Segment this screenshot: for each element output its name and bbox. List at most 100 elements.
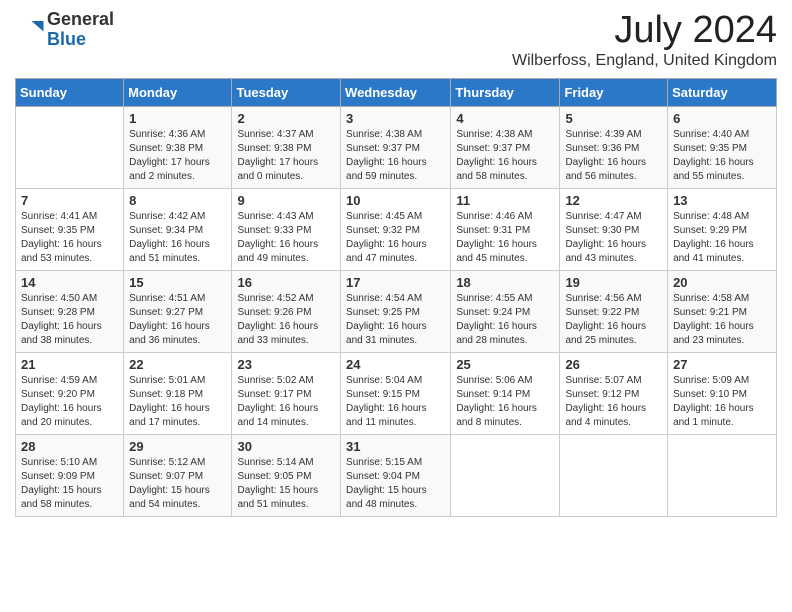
day-number: 17 xyxy=(346,275,445,290)
calendar-week-row-4: 21Sunrise: 4:59 AM Sunset: 9:20 PM Dayli… xyxy=(16,352,777,434)
day-number: 30 xyxy=(237,439,335,454)
day-number: 7 xyxy=(21,193,118,208)
calendar-cell: 23Sunrise: 5:02 AM Sunset: 9:17 PM Dayli… xyxy=(232,352,341,434)
calendar-cell: 18 Sunrise: 4:55 AM Sunset: 9:24 PM Dayli… xyxy=(451,270,560,352)
day-number: 22 xyxy=(129,357,226,372)
calendar-cell: 28 Sunrise: 5:10 AM Sunset: 9:09 PM Dayli… xyxy=(16,434,124,516)
calendar-cell: 12Sunrise: 4:47 AM Sunset: 9:30 PM Dayli… xyxy=(560,188,668,270)
location-subtitle: Wilberfoss, England, United Kingdom xyxy=(512,52,777,70)
calendar-header-tuesday: Tuesday xyxy=(232,78,341,106)
day-info: Sunrise: 5:07 AM Sunset: 9:12 PM Dayligh… xyxy=(565,374,662,430)
calendar-week-row-5: 28 Sunrise: 5:10 AM Sunset: 9:09 PM Dayli… xyxy=(16,434,777,516)
day-number: 27 xyxy=(673,357,771,372)
day-info: Sunrise: 4:54 AM Sunset: 9:25 PM Dayligh… xyxy=(346,292,445,348)
calendar-cell: 21Sunrise: 4:59 AM Sunset: 9:20 PM Dayli… xyxy=(16,352,124,434)
calendar-cell: 2Sunrise: 4:37 AM Sunset: 9:38 PM Daylig… xyxy=(232,106,341,188)
header: General Blue July 2024 Wilberfoss, Engla… xyxy=(15,10,777,70)
title-area: July 2024 Wilberfoss, England, United Ki… xyxy=(512,10,777,70)
calendar-cell: 10 Sunrise: 4:45 AM Sunset: 9:32 PM Dayli… xyxy=(341,188,451,270)
day-number: 24 xyxy=(346,357,445,372)
calendar-header-sunday: Sunday xyxy=(16,78,124,106)
day-info: Sunrise: 5:15 AM Sunset: 9:04 PM Dayligh… xyxy=(346,456,445,512)
day-number: 10 xyxy=(346,193,445,208)
calendar-cell: 9Sunrise: 4:43 AM Sunset: 9:33 PM Daylig… xyxy=(232,188,341,270)
calendar-cell: 11 Sunrise: 4:46 AM Sunset: 9:31 PM Dayli… xyxy=(451,188,560,270)
day-number: 28 xyxy=(21,439,118,454)
day-info: Sunrise: 5:09 AM Sunset: 9:10 PM Dayligh… xyxy=(673,374,771,430)
calendar-cell: 4Sunrise: 4:38 AM Sunset: 9:37 PM Daylig… xyxy=(451,106,560,188)
calendar-cell: 30Sunrise: 5:14 AM Sunset: 9:05 PM Dayli… xyxy=(232,434,341,516)
calendar-header-saturday: Saturday xyxy=(668,78,777,106)
day-info: Sunrise: 5:04 AM Sunset: 9:15 PM Dayligh… xyxy=(346,374,445,430)
calendar-cell: 1 Sunrise: 4:36 AM Sunset: 9:38 PM Daylig… xyxy=(124,106,232,188)
calendar-cell: 13Sunrise: 4:48 AM Sunset: 9:29 PM Dayli… xyxy=(668,188,777,270)
day-info: Sunrise: 4:58 AM Sunset: 9:21 PM Dayligh… xyxy=(673,292,771,348)
day-number: 29 xyxy=(129,439,226,454)
calendar-cell: 17 Sunrise: 4:54 AM Sunset: 9:25 PM Dayli… xyxy=(341,270,451,352)
calendar-cell: 15Sunrise: 4:51 AM Sunset: 9:27 PM Dayli… xyxy=(124,270,232,352)
calendar-cell: 7 Sunrise: 4:41 AM Sunset: 9:35 PM Daylig… xyxy=(16,188,124,270)
logo-general: General xyxy=(47,10,114,30)
calendar-cell xyxy=(668,434,777,516)
day-info: Sunrise: 4:50 AM Sunset: 9:28 PM Dayligh… xyxy=(21,292,118,348)
day-info: Sunrise: 5:01 AM Sunset: 9:18 PM Dayligh… xyxy=(129,374,226,430)
calendar-header-friday: Friday xyxy=(560,78,668,106)
calendar-cell: 22 Sunrise: 5:01 AM Sunset: 9:18 PM Dayli… xyxy=(124,352,232,434)
day-number: 8 xyxy=(129,193,226,208)
month-year-title: July 2024 xyxy=(512,10,777,52)
day-info: Sunrise: 4:45 AM Sunset: 9:32 PM Dayligh… xyxy=(346,210,445,266)
calendar-week-row-3: 14 Sunrise: 4:50 AM Sunset: 9:28 PM Dayli… xyxy=(16,270,777,352)
day-number: 21 xyxy=(21,357,118,372)
day-number: 16 xyxy=(237,275,335,290)
calendar-cell: 20 Sunrise: 4:58 AM Sunset: 9:21 PM Dayli… xyxy=(668,270,777,352)
logo: General Blue xyxy=(15,10,114,50)
day-number: 3 xyxy=(346,111,445,126)
day-number: 26 xyxy=(565,357,662,372)
calendar-week-row-2: 7 Sunrise: 4:41 AM Sunset: 9:35 PM Daylig… xyxy=(16,188,777,270)
day-number: 18 xyxy=(456,275,554,290)
day-info: Sunrise: 4:38 AM Sunset: 9:37 PM Dayligh… xyxy=(346,128,445,184)
calendar-cell: 14 Sunrise: 4:50 AM Sunset: 9:28 PM Dayli… xyxy=(16,270,124,352)
logo-text: General Blue xyxy=(47,10,114,50)
calendar-cell: 31Sunrise: 5:15 AM Sunset: 9:04 PM Dayli… xyxy=(341,434,451,516)
calendar-cell xyxy=(16,106,124,188)
day-info: Sunrise: 4:47 AM Sunset: 9:30 PM Dayligh… xyxy=(565,210,662,266)
calendar-cell: 24 Sunrise: 5:04 AM Sunset: 9:15 PM Dayli… xyxy=(341,352,451,434)
day-number: 23 xyxy=(237,357,335,372)
day-info: Sunrise: 4:39 AM Sunset: 9:36 PM Dayligh… xyxy=(565,128,662,184)
calendar-header-row: SundayMondayTuesdayWednesdayThursdayFrid… xyxy=(16,78,777,106)
calendar-cell: 19 Sunrise: 4:56 AM Sunset: 9:22 PM Dayli… xyxy=(560,270,668,352)
day-number: 11 xyxy=(456,193,554,208)
day-info: Sunrise: 5:06 AM Sunset: 9:14 PM Dayligh… xyxy=(456,374,554,430)
calendar-cell: 3 Sunrise: 4:38 AM Sunset: 9:37 PM Daylig… xyxy=(341,106,451,188)
day-info: Sunrise: 4:46 AM Sunset: 9:31 PM Dayligh… xyxy=(456,210,554,266)
calendar-table: SundayMondayTuesdayWednesdayThursdayFrid… xyxy=(15,78,777,517)
day-number: 1 xyxy=(129,111,226,126)
calendar-cell: 5 Sunrise: 4:39 AM Sunset: 9:36 PM Daylig… xyxy=(560,106,668,188)
day-info: Sunrise: 4:51 AM Sunset: 9:27 PM Dayligh… xyxy=(129,292,226,348)
logo-icon xyxy=(15,15,45,45)
day-info: Sunrise: 4:55 AM Sunset: 9:24 PM Dayligh… xyxy=(456,292,554,348)
day-info: Sunrise: 4:40 AM Sunset: 9:35 PM Dayligh… xyxy=(673,128,771,184)
calendar-cell: 8 Sunrise: 4:42 AM Sunset: 9:34 PM Daylig… xyxy=(124,188,232,270)
day-number: 5 xyxy=(565,111,662,126)
day-info: Sunrise: 4:43 AM Sunset: 9:33 PM Dayligh… xyxy=(237,210,335,266)
logo-blue: Blue xyxy=(47,30,114,50)
day-info: Sunrise: 4:42 AM Sunset: 9:34 PM Dayligh… xyxy=(129,210,226,266)
day-info: Sunrise: 4:37 AM Sunset: 9:38 PM Dayligh… xyxy=(237,128,335,184)
day-info: Sunrise: 4:38 AM Sunset: 9:37 PM Dayligh… xyxy=(456,128,554,184)
day-info: Sunrise: 4:56 AM Sunset: 9:22 PM Dayligh… xyxy=(565,292,662,348)
day-number: 20 xyxy=(673,275,771,290)
day-number: 25 xyxy=(456,357,554,372)
day-info: Sunrise: 4:48 AM Sunset: 9:29 PM Dayligh… xyxy=(673,210,771,266)
calendar-cell: 25 Sunrise: 5:06 AM Sunset: 9:14 PM Dayli… xyxy=(451,352,560,434)
calendar-header-thursday: Thursday xyxy=(451,78,560,106)
day-info: Sunrise: 4:41 AM Sunset: 9:35 PM Dayligh… xyxy=(21,210,118,266)
day-info: Sunrise: 5:12 AM Sunset: 9:07 PM Dayligh… xyxy=(129,456,226,512)
day-info: Sunrise: 5:10 AM Sunset: 9:09 PM Dayligh… xyxy=(21,456,118,512)
day-number: 19 xyxy=(565,275,662,290)
day-info: Sunrise: 4:36 AM Sunset: 9:38 PM Dayligh… xyxy=(129,128,226,184)
calendar-cell xyxy=(560,434,668,516)
day-number: 6 xyxy=(673,111,771,126)
day-number: 14 xyxy=(21,275,118,290)
